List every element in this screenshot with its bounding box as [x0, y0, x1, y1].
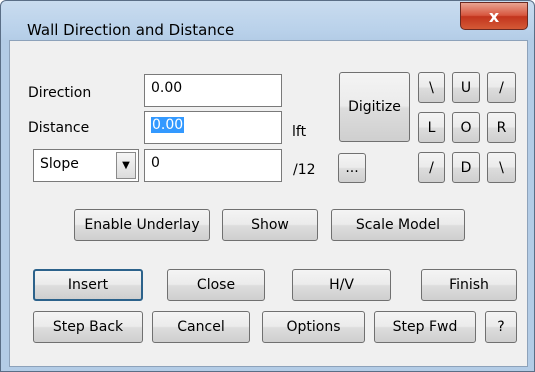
- insert-button[interactable]: Insert: [33, 269, 143, 301]
- direction-down-button[interactable]: D: [452, 152, 480, 183]
- direction-down-right-button[interactable]: \: [487, 152, 516, 183]
- help-button[interactable]: ?: [485, 311, 517, 343]
- direction-origin-button[interactable]: O: [452, 112, 480, 143]
- close-button[interactable]: Close: [167, 269, 265, 301]
- direction-input[interactable]: 0.00: [144, 74, 282, 107]
- step-back-button[interactable]: Step Back: [33, 311, 143, 343]
- hv-button[interactable]: H/V: [292, 269, 391, 301]
- direction-label: Direction: [28, 85, 92, 101]
- direction-right-button[interactable]: R: [487, 112, 516, 143]
- options-button[interactable]: Options: [262, 311, 365, 343]
- slope-value: 0: [151, 155, 160, 171]
- distance-label: Distance: [28, 120, 90, 136]
- scale-model-button[interactable]: Scale Model: [331, 209, 465, 241]
- slope-input[interactable]: 0: [144, 149, 282, 182]
- slope-type-value: Slope: [40, 156, 79, 172]
- direction-left-button[interactable]: L: [418, 112, 445, 143]
- step-fwd-button[interactable]: Step Fwd: [374, 311, 476, 343]
- chevron-down-icon[interactable]: ▼: [116, 152, 136, 179]
- direction-up-left-button[interactable]: \: [418, 72, 445, 103]
- close-icon: x: [488, 6, 500, 26]
- finish-button[interactable]: Finish: [421, 269, 517, 301]
- direction-down-left-button[interactable]: /: [418, 152, 445, 183]
- distance-input[interactable]: 0.00: [144, 111, 282, 144]
- slope-unit-label: /12: [293, 162, 316, 178]
- slope-type-select[interactable]: Slope ▼: [33, 149, 139, 182]
- close-window-button[interactable]: x: [460, 2, 528, 30]
- dialog-client-area: Direction 0.00 Distance 0.00 lft Slope ▼…: [9, 40, 528, 367]
- enable-underlay-button[interactable]: Enable Underlay: [74, 209, 210, 241]
- show-button[interactable]: Show: [222, 209, 318, 241]
- direction-up-button[interactable]: U: [452, 72, 480, 103]
- distance-value: 0.00: [151, 117, 185, 133]
- distance-unit-label: lft: [292, 124, 307, 140]
- direction-value: 0.00: [151, 80, 183, 96]
- dialog-window: Wall Direction and Distance x Direction …: [0, 0, 535, 372]
- window-title: Wall Direction and Distance: [27, 21, 235, 39]
- more-options-button[interactable]: ...: [338, 153, 366, 183]
- cancel-button[interactable]: Cancel: [152, 311, 250, 343]
- title-bar[interactable]: Wall Direction and Distance x: [1, 1, 534, 41]
- digitize-button[interactable]: Digitize: [339, 72, 410, 142]
- direction-up-right-button[interactable]: /: [487, 72, 516, 103]
